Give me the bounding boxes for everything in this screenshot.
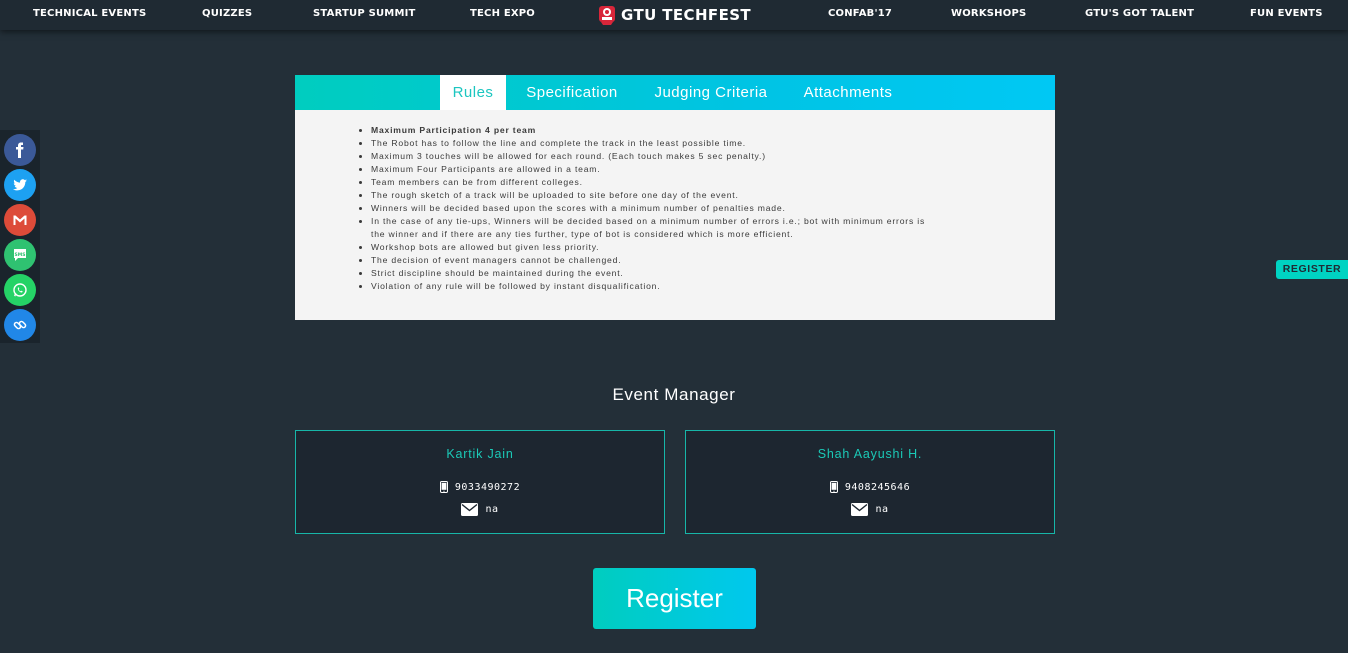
gmail-share-button[interactable]	[4, 204, 36, 236]
manager-phone: 9033490272	[454, 481, 521, 493]
brand-logo-link[interactable]: GTU TECHFEST	[597, 3, 751, 27]
rules-list: Maximum Participation 4 per team The Rob…	[371, 124, 1011, 293]
facebook-share-button[interactable]	[4, 134, 36, 166]
manager-phone: 9408245646	[844, 481, 911, 493]
manager-email: na	[485, 504, 499, 515]
twitter-share-button[interactable]	[4, 169, 36, 201]
event-manager-heading: Event Manager	[612, 385, 736, 404]
svg-text:SMS: SMS	[15, 252, 26, 258]
tab-judging-criteria[interactable]: Judging Criteria	[647, 75, 775, 110]
side-register-button[interactable]: REGISTER	[1276, 260, 1348, 279]
manager-name: Shah Aayushi H.	[817, 447, 923, 461]
tab-bar: Rules Specification Judging Criteria Att…	[295, 75, 1055, 110]
mobile-phone-icon	[439, 481, 448, 493]
tab-attachments[interactable]: Attachments	[797, 75, 899, 110]
manager-email-row: na	[296, 503, 664, 516]
manager-phone-row: 9033490272	[296, 481, 664, 493]
tab-specification[interactable]: Specification	[517, 75, 627, 110]
rule-item: The Robot has to follow the line and com…	[371, 137, 1011, 150]
rule-item: Strict discipline should be maintained d…	[371, 267, 1011, 280]
rule-item: In the case of any tie-ups, Winners will…	[371, 215, 931, 241]
nav-technical-events[interactable]: TECHNICAL EVENTS	[33, 8, 146, 19]
link-icon	[13, 320, 27, 330]
nav-confab[interactable]: CONFAB'17	[828, 8, 892, 19]
rule-item: Maximum Participation 4 per team	[371, 124, 1011, 137]
nav-gtus-got-talent[interactable]: GTU'S GOT TALENT	[1085, 8, 1194, 19]
manager-email: na	[875, 504, 889, 515]
manager-phone-row: 9408245646	[686, 481, 1054, 493]
twitter-icon	[13, 179, 27, 191]
techfest-logo-icon	[599, 6, 615, 25]
nav-workshops[interactable]: WORKSHOPS	[951, 8, 1026, 19]
rule-item: Workshop bots are allowed but given less…	[371, 241, 1011, 254]
rule-item: The rough sketch of a track will be uplo…	[371, 189, 1011, 202]
nav-quizzes[interactable]: QUIZZES	[202, 8, 252, 19]
facebook-icon	[16, 142, 24, 158]
rule-item: The decision of event managers cannot be…	[371, 254, 1011, 267]
tab-rules[interactable]: Rules	[440, 75, 506, 110]
copy-link-button[interactable]	[4, 309, 36, 341]
rule-item: Violation of any rule will be followed b…	[371, 280, 1011, 293]
rule-item: Team members can be from different colle…	[371, 176, 1011, 189]
nav-tech-expo[interactable]: TECH EXPO	[470, 8, 535, 19]
manager-name: Kartik Jain	[446, 447, 514, 461]
nav-fun-events[interactable]: FUN EVENTS	[1250, 8, 1323, 19]
sms-share-button[interactable]: SMS	[4, 239, 36, 271]
brand-name: GTU TECHFEST	[621, 6, 752, 24]
sms-icon: SMS	[14, 249, 26, 261]
rule-item: Maximum 3 touches will be allowed for ea…	[371, 150, 1011, 163]
rule-item: Winners will be decided based upon the s…	[371, 202, 1011, 215]
gmail-icon	[13, 215, 27, 225]
nav-startup-summit[interactable]: STARTUP SUMMIT	[313, 8, 416, 19]
top-nav: TECHNICAL EVENTS QUIZZES STARTUP SUMMIT …	[0, 0, 1348, 30]
rule-item: Maximum Four Participants are allowed in…	[371, 163, 1011, 176]
event-details-panel: Rules Specification Judging Criteria Att…	[295, 75, 1055, 320]
mobile-phone-icon	[829, 481, 838, 493]
manager-card: Kartik Jain 9033490272 na	[295, 430, 665, 534]
manager-email-row: na	[686, 503, 1054, 516]
whatsapp-icon	[13, 283, 27, 297]
whatsapp-share-button[interactable]	[4, 274, 36, 306]
register-button[interactable]: Register	[593, 568, 756, 629]
envelope-icon	[461, 503, 479, 516]
envelope-icon	[851, 503, 869, 516]
manager-card: Shah Aayushi H. 9408245646 na	[685, 430, 1055, 534]
social-share-bar: SMS	[0, 130, 40, 343]
